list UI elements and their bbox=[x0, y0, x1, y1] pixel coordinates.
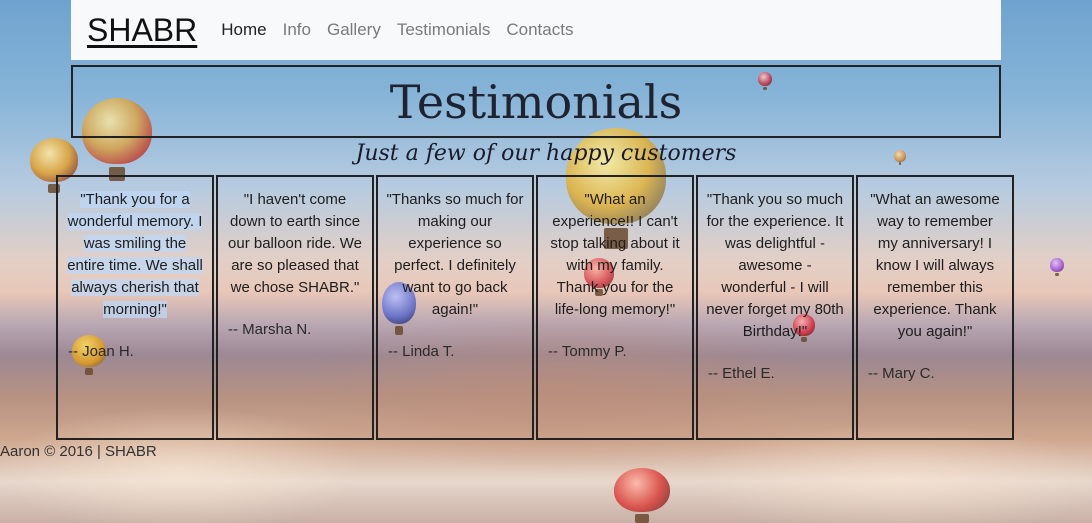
testimonial-card: "Thanks so much for making our experienc… bbox=[376, 175, 534, 440]
brand-logo-link[interactable]: SHABR bbox=[87, 12, 197, 49]
testimonial-quote: "Thank you so much for the experience. I… bbox=[706, 191, 844, 340]
testimonial-card: "I haven't come down to earth since our … bbox=[216, 175, 374, 440]
title-box: Testimonials bbox=[71, 65, 1001, 138]
testimonial-card: "Thank you so much for the experience. I… bbox=[696, 175, 854, 440]
balloon-image bbox=[614, 468, 670, 523]
testimonial-author: -- Linda T. bbox=[388, 343, 455, 360]
nav-link-contacts[interactable]: Contacts bbox=[506, 20, 573, 40]
balloon-image bbox=[1050, 258, 1064, 276]
nav-link-home[interactable]: Home bbox=[221, 20, 266, 40]
testimonial-author: -- Joan H. bbox=[68, 343, 134, 360]
testimonial-author: -- Marsha N. bbox=[228, 321, 312, 338]
testimonial-quote: "What an experience!! I can't stop talki… bbox=[550, 191, 680, 318]
testimonial-card: "Thank you for a wonderful memory. I was… bbox=[56, 175, 214, 440]
testimonial-card: "What an awesome way to remember my anni… bbox=[856, 175, 1014, 440]
footer-copyright: Aaron © 2016 | SHABR bbox=[0, 443, 157, 460]
testimonial-quote: "I haven't come down to earth since our … bbox=[228, 191, 362, 296]
testimonial-quote: "What an awesome way to remember my anni… bbox=[870, 191, 1000, 340]
testimonial-author: -- Ethel E. bbox=[708, 365, 775, 382]
nav-link-info[interactable]: Info bbox=[283, 20, 311, 40]
nav-link-gallery[interactable]: Gallery bbox=[327, 20, 381, 40]
testimonial-card: "What an experience!! I can't stop talki… bbox=[536, 175, 694, 440]
navbar: SHABR Home Info Gallery Testimonials Con… bbox=[71, 0, 1001, 60]
testimonial-list: "Thank you for a wonderful memory. I was… bbox=[56, 175, 1016, 440]
testimonial-author: -- Tommy P. bbox=[548, 343, 627, 360]
nav-link-testimonials[interactable]: Testimonials bbox=[397, 20, 491, 40]
page-subtitle: Just a few of our happy customers bbox=[355, 141, 737, 166]
testimonial-author: -- Mary C. bbox=[868, 365, 935, 382]
testimonial-quote: "Thank you for a wonderful memory. I was… bbox=[67, 191, 203, 318]
page-title: Testimonials bbox=[389, 74, 683, 129]
testimonial-quote: "Thanks so much for making our experienc… bbox=[386, 191, 524, 318]
